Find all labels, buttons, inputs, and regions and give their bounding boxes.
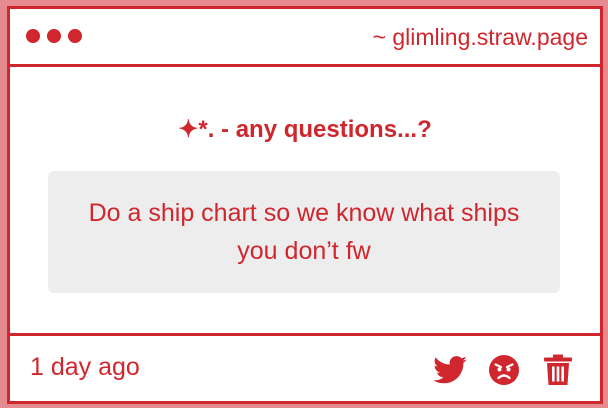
question-panel: ✦*. - any questions...? Do a ship chart …: [10, 67, 600, 333]
question-text: Do a ship chart so we know what ships yo…: [88, 199, 520, 265]
message-card: ~ glimling.straw.page ✦*. - any question…: [7, 6, 603, 404]
delete-button[interactable]: [540, 353, 576, 387]
twitter-share-button[interactable]: [432, 353, 468, 387]
twitter-icon: [433, 356, 467, 384]
trash-icon: [544, 354, 572, 385]
window-dot: [47, 29, 61, 43]
timestamp: 1 day ago: [30, 353, 140, 381]
title-bar: ~ glimling.straw.page: [10, 9, 600, 67]
action-buttons: [432, 353, 576, 387]
angry-face-icon: [489, 355, 519, 385]
window-dot: [26, 29, 40, 43]
page-heading: ✦*. - any questions...?: [178, 116, 432, 143]
window-dot: [68, 29, 82, 43]
card-footer: 1 day ago: [10, 333, 600, 404]
angry-reaction-button[interactable]: [486, 353, 522, 387]
site-url-link[interactable]: ~ glimling.straw.page: [373, 24, 588, 51]
question-box: Do a ship chart so we know what ships yo…: [48, 171, 560, 293]
window-controls: [26, 29, 82, 43]
